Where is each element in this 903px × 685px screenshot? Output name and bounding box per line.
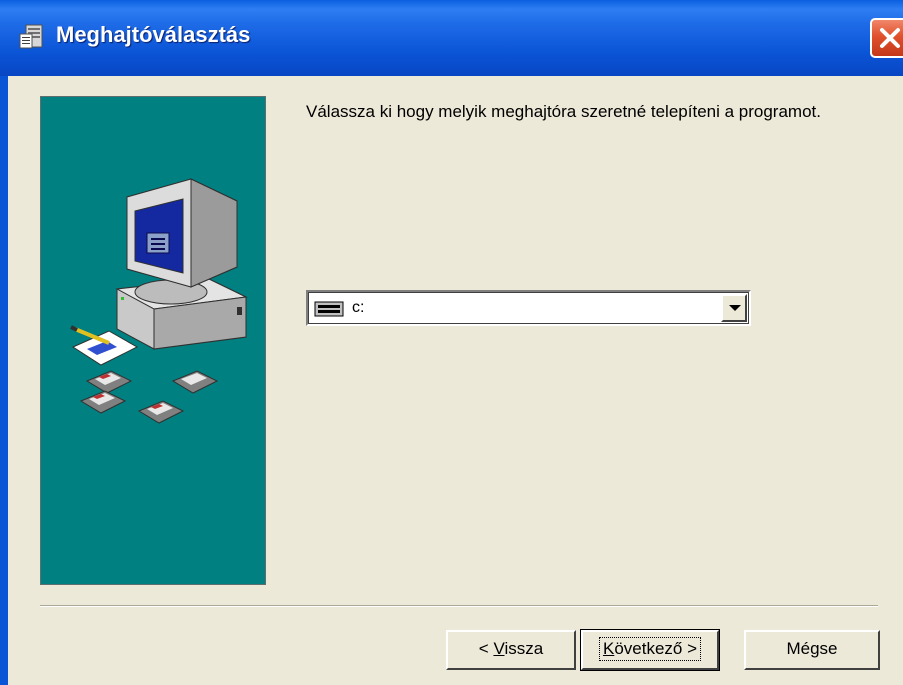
window-border xyxy=(0,76,8,685)
back-button[interactable]: < Vissza xyxy=(446,630,576,670)
app-icon xyxy=(19,24,43,49)
next-button-label: övetkező > xyxy=(614,639,698,658)
drive-select-value: c: xyxy=(352,299,365,316)
wizard-side-panel xyxy=(40,96,266,585)
window-title: Meghajtóválasztás xyxy=(56,22,251,47)
instruction-text: Válassza ki hogy melyik meghajtóra szere… xyxy=(306,102,821,121)
drive-icon xyxy=(314,301,344,317)
back-button-label: issza xyxy=(504,639,544,658)
cancel-button[interactable]: Mégse xyxy=(744,630,880,670)
close-icon xyxy=(880,28,900,48)
computer-setup-illustration-icon xyxy=(70,178,248,424)
separator-line xyxy=(40,605,878,607)
chevron-down-icon xyxy=(729,305,741,311)
installer-window: Meghajtóválasztás Válassza ki hogy melyi… xyxy=(0,0,903,685)
next-button[interactable]: Következő > xyxy=(580,629,720,671)
back-button-accelerator: V xyxy=(493,639,505,658)
dropdown-button[interactable] xyxy=(721,294,747,322)
next-button-accelerator: K xyxy=(602,639,615,658)
back-button-prefix: < xyxy=(478,639,494,658)
close-button[interactable] xyxy=(870,18,903,58)
title-bar[interactable]: Meghajtóválasztás xyxy=(0,0,903,76)
next-button-focus: Következő > xyxy=(598,637,702,661)
drive-select[interactable]: c: xyxy=(306,290,751,326)
